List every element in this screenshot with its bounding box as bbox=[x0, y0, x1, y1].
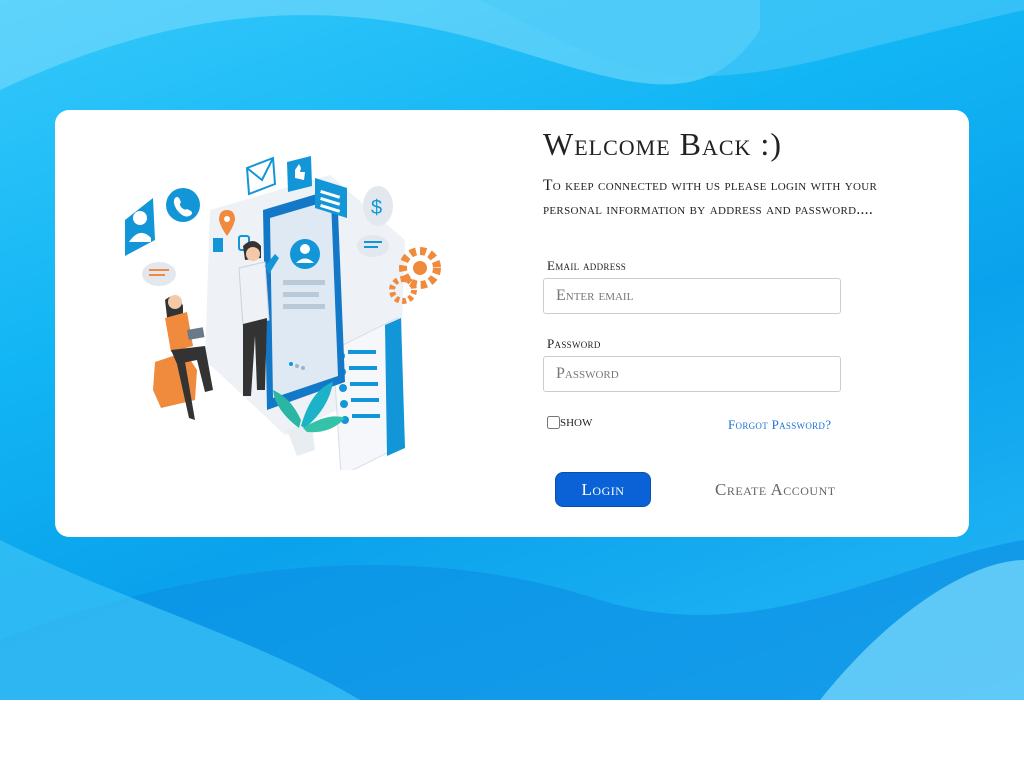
password-label: Password bbox=[547, 336, 601, 351]
page-title: Welcome Back :) bbox=[543, 126, 782, 162]
show-password-label: show bbox=[560, 414, 593, 430]
show-password-row: show bbox=[547, 414, 592, 431]
login-illustration: $ bbox=[125, 156, 441, 470]
smartphone-icon bbox=[263, 188, 345, 410]
dollar-icon: $ bbox=[363, 186, 393, 226]
mail-icon bbox=[245, 156, 277, 196]
login-button[interactable]: Login bbox=[555, 472, 651, 507]
user-profile-icon bbox=[125, 198, 155, 256]
thumbs-up-icon bbox=[287, 156, 312, 192]
show-password-checkbox[interactable] bbox=[547, 416, 560, 429]
forgot-password-link[interactable]: Forgot Password? bbox=[728, 417, 831, 433]
phone-icon bbox=[166, 188, 200, 222]
login-form: Welcome Back :) To keep connected with u… bbox=[543, 124, 943, 507]
svg-text:$: $ bbox=[371, 197, 382, 219]
create-account-link[interactable]: Create Account bbox=[715, 480, 836, 500]
login-card: $ Welcome Back:) To keep connected with… bbox=[55, 110, 969, 537]
person-sitting-figure bbox=[153, 295, 213, 420]
email-field[interactable] bbox=[543, 278, 841, 314]
password-field[interactable] bbox=[543, 356, 841, 392]
page-subtitle: To keep connected with us please login w… bbox=[543, 177, 878, 218]
email-label: Email address bbox=[547, 258, 627, 273]
